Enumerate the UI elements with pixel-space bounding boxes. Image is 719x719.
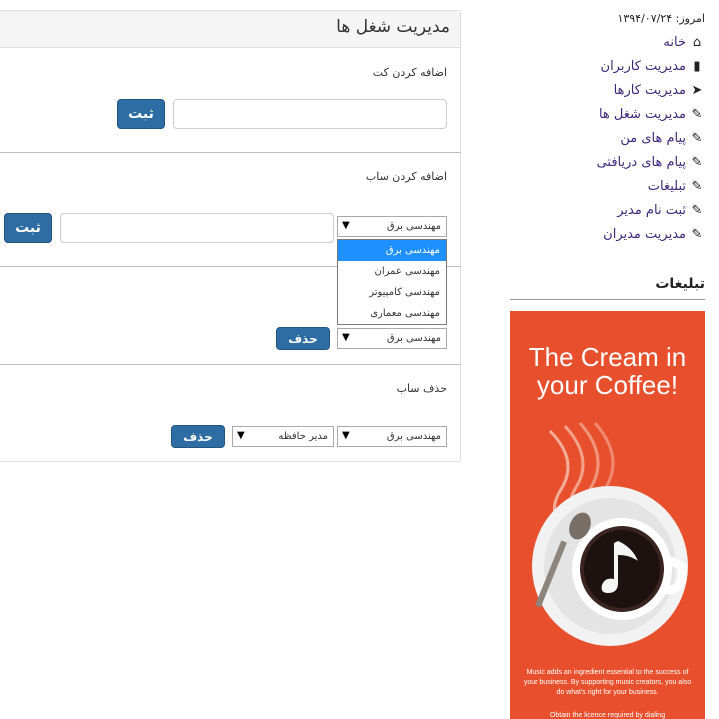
dropdown-arrow-icon: ▼ — [342, 332, 350, 343]
add-sub-input[interactable] — [60, 213, 334, 243]
paperclip-icon: ✎ — [691, 106, 703, 122]
paperclip-icon: ✎ — [691, 178, 703, 194]
ads-heading: تبلیغات — [655, 276, 705, 292]
sidebar-item-home[interactable]: ⌂ خانه — [597, 30, 705, 54]
delete-sub-category-select[interactable]: مهندسی برق ▼ — [337, 426, 447, 447]
book-icon: ▮ — [693, 58, 701, 74]
add-sub-category-select[interactable]: مهندسی برق ▼ — [337, 216, 447, 237]
paperclip-icon: ✎ — [691, 226, 703, 242]
sidebar-item-label[interactable]: خانه — [663, 35, 686, 50]
add-sub-label: اضافه کردن ساب — [365, 170, 447, 183]
add-category-submit-button[interactable]: ثبت — [117, 99, 165, 129]
sidebar-item-label[interactable]: مدیریت مدیران — [603, 227, 686, 242]
coffee-cup-illustration — [532, 422, 688, 646]
today-date: امروز: ۱۳۹۴/۰۷/۲۴ — [617, 12, 705, 25]
sidebar-item-tasks[interactable]: ➤ مدیریت کارها — [597, 78, 705, 102]
delete-sub-sub-select[interactable]: مدیر حافظه ▼ — [232, 426, 334, 447]
sidebar-item-my-messages[interactable]: ✎ پیام های من — [597, 126, 705, 150]
ad-body-text: Music adds an ingredient essential to th… — [523, 669, 692, 696]
dropdown-option[interactable]: مهندسی کامپیوتر — [338, 282, 446, 303]
ad-footer-text: Obtain the licence required by dialing — [549, 712, 666, 719]
dropdown-arrow-icon: ▼ — [342, 220, 350, 231]
add-sub-submit-button[interactable]: ثبت — [4, 213, 52, 243]
sidebar-item-label[interactable]: تبلیغات — [648, 179, 686, 194]
divider — [510, 299, 705, 300]
category-dropdown-list[interactable]: مهندسی برق مهندسی عمران مهندسی کامپیوتر … — [337, 239, 447, 325]
divider — [0, 152, 461, 153]
paperclip-icon: ✎ — [691, 154, 703, 170]
dropdown-arrow-icon: ▼ — [237, 430, 245, 441]
paperclip-icon: ✎ — [691, 130, 703, 146]
delete-sub-label: حذف ساب — [396, 382, 447, 395]
sidebar-item-users[interactable]: ▮ مدیریت کاربران — [597, 54, 705, 78]
add-category-input[interactable] — [173, 99, 447, 129]
panel-header: مدیریت شغل ها — [0, 11, 460, 48]
sidebar-item-admins[interactable]: ✎ مدیریت مدیران — [597, 222, 705, 246]
add-category-label: اضافه کردن کت — [372, 66, 447, 79]
sidebar-item-label[interactable]: ثبت نام مدیر — [617, 203, 686, 218]
sidebar-nav: ⌂ خانه ▮ مدیریت کاربران ➤ مدیریت کارها ✎… — [597, 30, 705, 246]
divider — [0, 364, 461, 365]
page-title: مدیریت شغل ها — [336, 17, 450, 37]
paperclip-icon: ✎ — [691, 202, 703, 218]
send-icon: ➤ — [691, 82, 703, 98]
sidebar-item-label[interactable]: مدیریت کاربران — [601, 59, 686, 74]
sidebar-item-label[interactable]: مدیریت شغل ها — [599, 107, 686, 122]
ad-banner[interactable]: The Cream in your Coffee! Music adds an … — [510, 311, 705, 719]
sidebar-item-label[interactable]: پیام های من — [620, 131, 686, 146]
dropdown-arrow-icon: ▼ — [342, 430, 350, 441]
delete-sub-button[interactable]: حذف — [171, 425, 225, 448]
sidebar-item-label[interactable]: پیام های دریافتی — [597, 155, 686, 170]
delete-category-select[interactable]: مهندسی برق ▼ — [337, 328, 447, 349]
sidebar-item-label[interactable]: مدیریت کارها — [614, 83, 686, 98]
sidebar-item-ads[interactable]: ✎ تبلیغات — [597, 174, 705, 198]
dropdown-option[interactable]: مهندسی برق — [338, 240, 446, 261]
delete-category-button[interactable]: حذف — [276, 327, 330, 350]
sidebar-item-jobs[interactable]: ✎ مدیریت شغل ها — [597, 102, 705, 126]
dropdown-option[interactable]: مهندسی عمران — [338, 261, 446, 282]
sidebar-item-register-admin[interactable]: ✎ ثبت نام مدیر — [597, 198, 705, 222]
sidebar-item-inbox[interactable]: ✎ پیام های دریافتی — [597, 150, 705, 174]
home-icon: ⌂ — [692, 34, 702, 50]
dropdown-option[interactable]: مهندسی معماری — [338, 303, 446, 324]
